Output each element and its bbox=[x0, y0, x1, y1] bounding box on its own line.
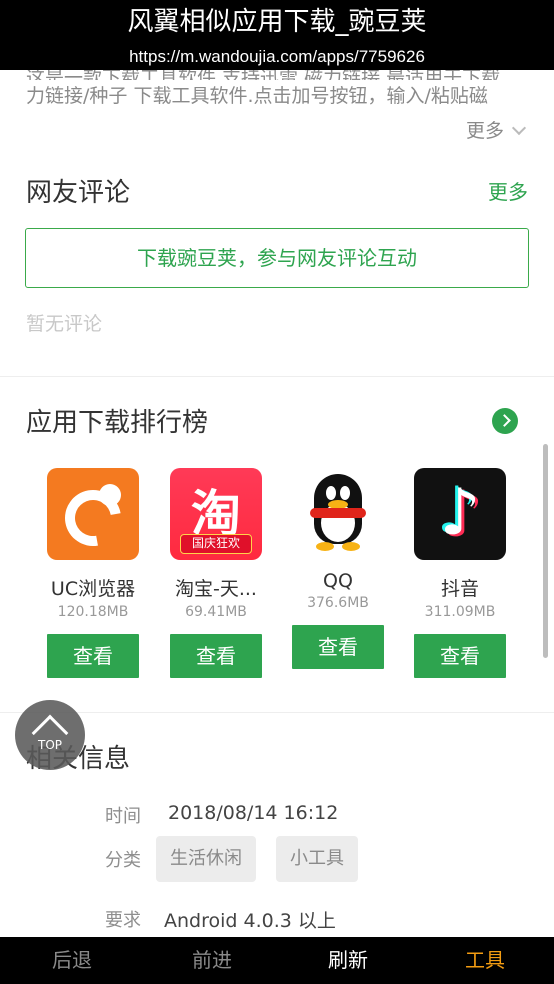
ranking-more-arrow-icon[interactable] bbox=[492, 408, 518, 434]
app-card-uc[interactable]: UC浏览器 120.18MB 查看 bbox=[38, 468, 148, 678]
description-more-label: 更多 bbox=[465, 120, 504, 142]
time-value: 2018/08/14 16:12 bbox=[168, 802, 339, 824]
section-divider bbox=[0, 376, 554, 377]
requirement-label: 要求 bbox=[105, 910, 141, 931]
requirement-value: Android 4.0.3 以上 bbox=[164, 910, 336, 932]
download-comment-button[interactable]: 下载豌豆荚，参与网友评论互动 bbox=[25, 228, 529, 288]
ranking-title: 应用下载排行榜 bbox=[26, 408, 209, 438]
app-size: 120.18MB bbox=[57, 604, 129, 620]
description-more-button[interactable]: 更多 bbox=[465, 116, 527, 143]
view-button[interactable]: 查看 bbox=[292, 625, 384, 669]
url-display: https://m.wandoujia.com/apps/7759626 bbox=[0, 44, 554, 70]
app-card-douyin[interactable]: ♪ 抖音 311.09MB 查看 bbox=[405, 468, 515, 678]
view-button[interactable]: 查看 bbox=[47, 634, 139, 678]
uc-browser-icon[interactable] bbox=[47, 468, 139, 560]
page-title-overlay: 风翼相似应用下载_豌豆荚 bbox=[0, 0, 554, 44]
taobao-icon-band: 国庆狂欢 bbox=[180, 534, 252, 554]
time-label: 时间 bbox=[105, 806, 141, 827]
category-label: 分类 bbox=[105, 850, 141, 871]
nav-forward-button[interactable]: 前进 bbox=[162, 937, 262, 984]
app-card-qq[interactable]: QQ 376.6MB 查看 bbox=[283, 464, 393, 669]
app-size: 376.6MB bbox=[307, 595, 369, 611]
douyin-icon[interactable]: ♪ bbox=[414, 468, 506, 560]
nav-back-button[interactable]: 后退 bbox=[22, 937, 122, 984]
bottom-nav-bar: 后退 前进 刷新 工具 bbox=[0, 937, 554, 984]
comments-title: 网友评论 bbox=[26, 178, 131, 208]
view-button[interactable]: 查看 bbox=[170, 634, 262, 678]
app-size: 311.09MB bbox=[424, 604, 496, 620]
description-line: 力链接/种子 下载工具软件.点击加号按钮，输入/粘贴磁 bbox=[26, 85, 488, 107]
section-divider bbox=[0, 712, 554, 713]
scrollbar[interactable] bbox=[543, 444, 548, 658]
app-name: 抖音 bbox=[440, 578, 479, 600]
app-card-taobao[interactable]: 淘 国庆狂欢 淘宝-天... 69.41MB 查看 bbox=[161, 468, 271, 678]
app-name: QQ bbox=[323, 570, 353, 592]
ranking-app-list: UC浏览器 120.18MB 查看 淘 国庆狂欢 淘宝-天... 69.41MB… bbox=[0, 464, 554, 698]
view-button[interactable]: 查看 bbox=[414, 634, 506, 678]
category-tag[interactable]: 生活休闲 bbox=[156, 836, 256, 882]
nav-refresh-button[interactable]: 刷新 bbox=[298, 937, 398, 984]
nav-tools-button[interactable]: 工具 bbox=[435, 937, 535, 984]
back-to-top-button[interactable]: TOP bbox=[15, 700, 85, 770]
app-name: 淘宝-天... bbox=[175, 578, 257, 600]
back-to-top-label: TOP bbox=[37, 738, 62, 752]
taobao-icon[interactable]: 淘 国庆狂欢 bbox=[170, 468, 262, 560]
no-comment-text: 暂无评论 bbox=[26, 313, 103, 335]
app-name: UC浏览器 bbox=[50, 578, 136, 600]
qq-icon[interactable] bbox=[292, 464, 384, 556]
app-size: 69.41MB bbox=[185, 604, 247, 620]
comments-more-link[interactable]: 更多 bbox=[488, 176, 528, 205]
douyin-note-glyph: ♪ bbox=[439, 476, 481, 550]
category-tag[interactable]: 小工具 bbox=[276, 836, 358, 882]
chevron-down-icon bbox=[511, 120, 527, 136]
